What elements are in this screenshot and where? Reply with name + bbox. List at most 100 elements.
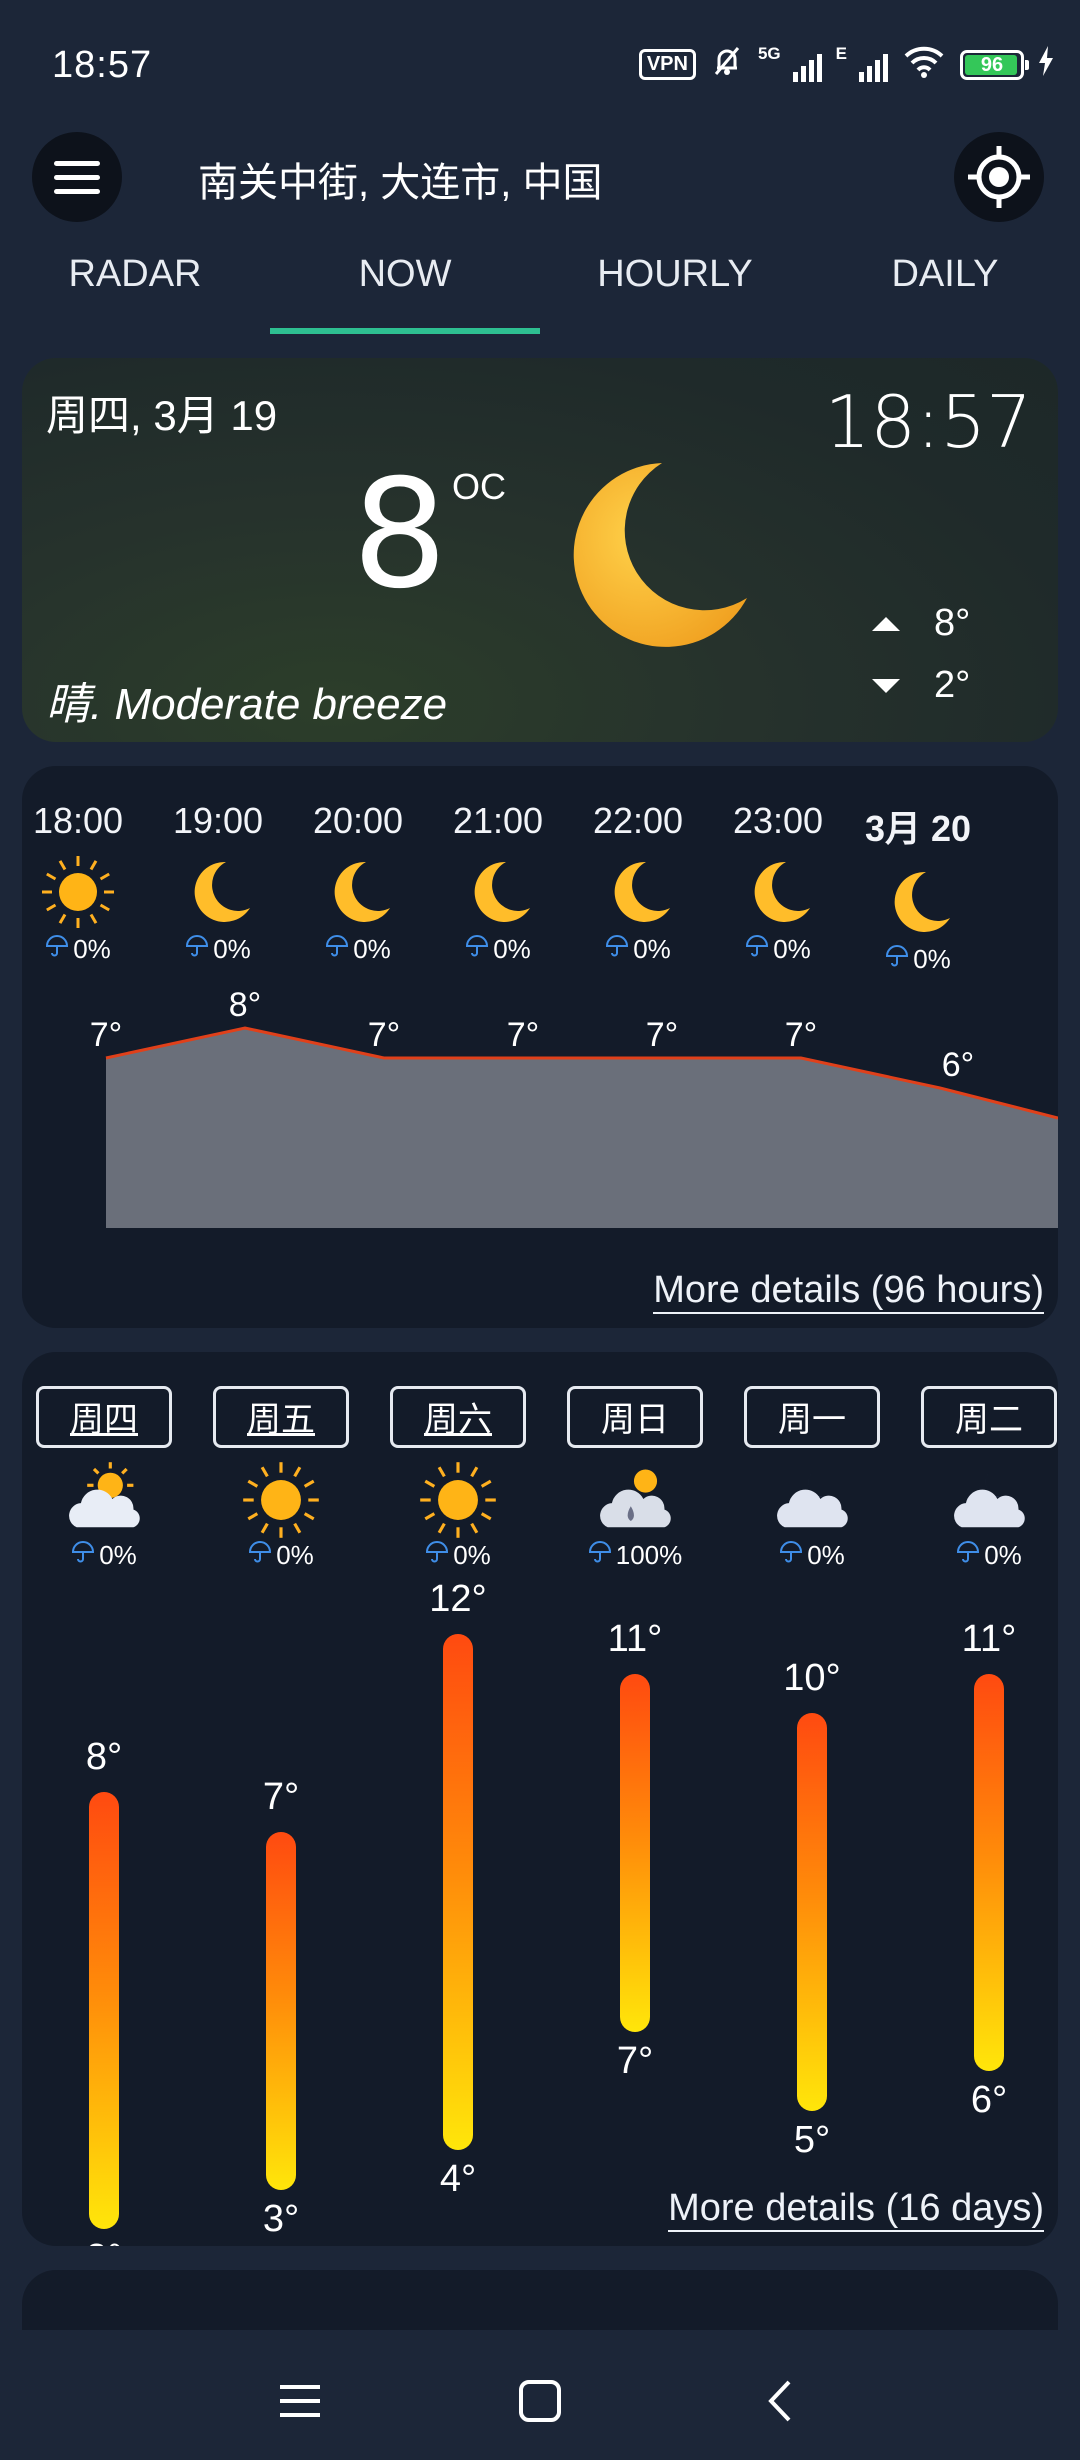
hourly-item[interactable]: 21:00 0% — [428, 800, 568, 965]
more-details-daily-link[interactable]: More details (16 days) — [668, 2186, 1044, 2232]
low-temp-row: 2° — [872, 664, 970, 707]
hourly-temp-label: 7° — [368, 1016, 401, 1054]
crosshair-icon — [968, 146, 1030, 208]
temperature-range-bar — [797, 1713, 827, 2111]
umbrella-icon — [956, 1540, 980, 1571]
hourly-time: 20:00 — [312, 800, 404, 841]
hourly-time: 3月 20 — [864, 808, 972, 849]
hourly-time: 19:00 — [172, 800, 264, 841]
daily-day-label[interactable]: 周四 — [36, 1386, 172, 1448]
moon-icon — [194, 861, 250, 922]
hourly-item[interactable]: 3月 20 0% — [848, 800, 988, 975]
moon-icon — [754, 861, 810, 922]
daily-precip: 0% — [390, 1540, 526, 1571]
hourly-precip: 0% — [708, 934, 848, 965]
daily-low-temp: 7° — [616, 2039, 654, 2082]
hourly-item[interactable]: 19:00 0% — [148, 800, 288, 965]
umbrella-icon — [45, 934, 69, 965]
precip-value: 0% — [453, 1540, 491, 1570]
moon-icon — [894, 871, 950, 932]
signal-icon-2 — [859, 48, 888, 82]
mute-bell-icon — [710, 44, 744, 85]
recent-apps-button[interactable] — [265, 2366, 335, 2436]
arrow-up-icon — [872, 616, 900, 631]
hourly-item[interactable]: 20:00 0% — [288, 800, 428, 965]
hourly-item[interactable]: 23:00 0% — [708, 800, 848, 965]
umbrella-icon — [779, 1540, 803, 1571]
menu-icon-line — [54, 160, 100, 166]
daily-item[interactable]: 周四 0% — [36, 1386, 172, 1571]
day-name: 周五 — [247, 1401, 315, 1439]
umbrella-icon — [425, 1540, 449, 1571]
hourly-precip: 0% — [428, 934, 568, 965]
temperature-range-bar — [89, 1792, 119, 2229]
precip-value: 0% — [633, 934, 671, 964]
back-button[interactable] — [745, 2366, 815, 2436]
partly-cloudy-icon — [69, 1462, 140, 1528]
hourly-time: 23:00 — [732, 800, 824, 841]
umbrella-icon — [248, 1540, 272, 1571]
daily-item[interactable]: 周二 0% — [921, 1386, 1057, 1571]
hourly-precip: 0% — [288, 934, 428, 965]
high-temp: 8° — [934, 602, 971, 644]
vpn-icon: VPN — [638, 49, 696, 80]
locate-button[interactable] — [954, 132, 1044, 222]
daily-item[interactable]: 周五 0% — [213, 1386, 349, 1571]
cloud-moon-icon — [777, 1472, 848, 1528]
hourly-item[interactable]: 18:00 0% — [22, 800, 148, 965]
status-icons: VPN 5G E 96 — [638, 44, 1054, 85]
tab-now[interactable]: NOW — [270, 246, 540, 336]
day-name: 周二 — [955, 1401, 1023, 1439]
current-temperature: 8 — [352, 448, 448, 622]
square-icon — [519, 2380, 561, 2422]
daily-precip: 0% — [36, 1540, 172, 1571]
temperature-range-bar — [974, 1673, 1004, 2071]
umbrella-icon — [71, 1540, 95, 1571]
daily-precip: 0% — [213, 1540, 349, 1571]
home-button[interactable] — [505, 2366, 575, 2436]
daily-item[interactable]: 周日 100% — [567, 1386, 703, 1571]
hourly-forecast-card[interactable]: 18:00 0% 19:00 0% 20:00 0% 21:00 0% 22:00 0% 23:00… — [22, 766, 1058, 1328]
menu-icon-line — [54, 188, 100, 194]
daily-day-label[interactable]: 周六 — [390, 1386, 526, 1448]
more-details-hourly-link[interactable]: More details (96 hours) — [653, 1268, 1044, 1314]
daily-low-temp: 5° — [793, 2118, 831, 2161]
tab-radar[interactable]: RADAR — [0, 246, 270, 336]
low-temp: 2° — [934, 664, 971, 706]
daily-item[interactable]: 周六 0% — [390, 1386, 526, 1571]
daily-forecast-card[interactable]: 周四 0% 8° 2° 周五 0% 7° 3° 周六 0% 12° 4° 周日 100% 11° 7° 周一 0%… — [22, 1352, 1058, 2246]
temperature-range-bar — [266, 1831, 296, 2190]
daily-day-label[interactable]: 周五 — [213, 1386, 349, 1448]
daily-low-temp: 3° — [262, 2197, 300, 2240]
temperature-unit: OC — [452, 466, 506, 507]
precip-value: 0% — [493, 934, 531, 964]
location-title[interactable]: 南关中街, 大连市, 中国 — [198, 150, 602, 208]
current-clock: 18:57 — [824, 380, 1033, 464]
daily-item[interactable]: 周一 0% — [744, 1386, 880, 1571]
hourly-time: 22:00 — [592, 800, 684, 841]
precip-value: 0% — [773, 934, 811, 964]
daily-high-temp: 10° — [783, 1657, 841, 1699]
system-nav-bar — [0, 2330, 1080, 2460]
daily-high-temp: 7° — [262, 1775, 300, 1818]
tab-hourly[interactable]: HOURLY — [540, 246, 810, 336]
precip-value: 0% — [99, 1540, 137, 1570]
menu-lines-icon — [280, 2385, 320, 2417]
current-weather-card[interactable]: 周四, 3月 19 18:57 8 OC 晴. Moderate breeze … — [22, 358, 1058, 742]
rain-cloud-icon — [600, 1469, 671, 1528]
hourly-temperature-chart: 7° 8° 7° 7° 7° 7° 6° — [90, 986, 1058, 1228]
hourly-temp-label: 7° — [90, 1016, 123, 1054]
daily-low-temp: 4° — [439, 2158, 477, 2200]
daily-day-label[interactable]: 周日 — [567, 1386, 703, 1448]
daily-high-temp: 8° — [85, 1736, 123, 1778]
daily-day-label[interactable]: 周一 — [744, 1386, 880, 1448]
tab-daily[interactable]: DAILY — [810, 246, 1080, 336]
sun-icon — [420, 1462, 496, 1538]
daily-day-label[interactable]: 周二 — [921, 1386, 1057, 1448]
wifi-icon — [902, 44, 946, 85]
daily-high-temp: 11° — [607, 1617, 663, 1660]
hourly-item[interactable]: 22:00 0% — [568, 800, 708, 965]
temperature-range-bar — [620, 1673, 650, 2032]
menu-button[interactable] — [32, 132, 122, 222]
day-name: 周六 — [424, 1401, 492, 1439]
